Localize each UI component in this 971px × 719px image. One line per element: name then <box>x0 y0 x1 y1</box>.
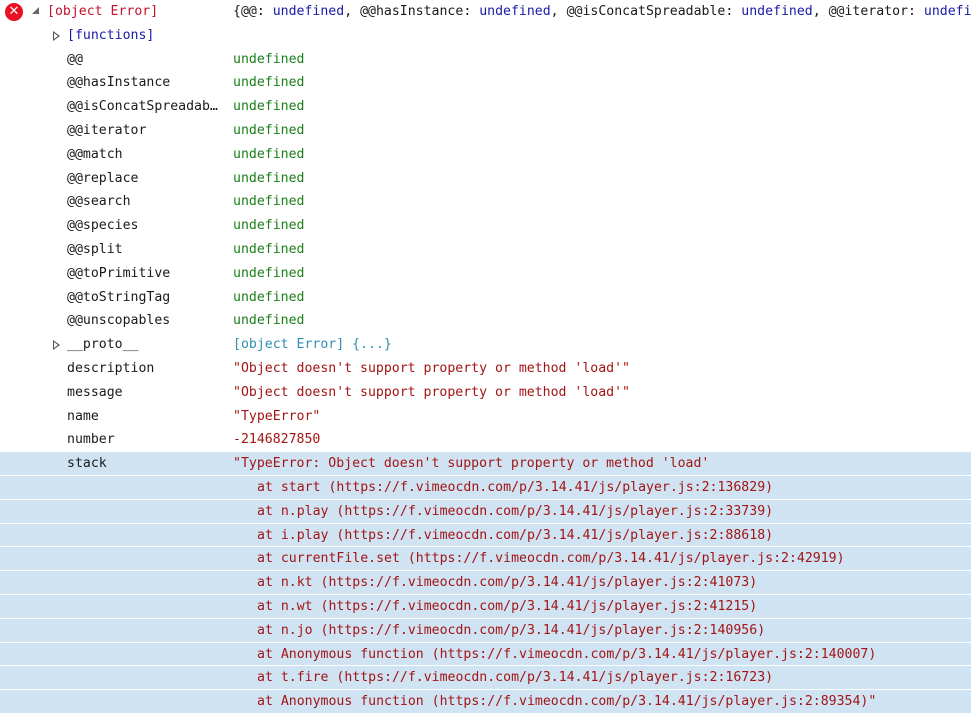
functions-label[interactable]: [functions] <box>67 24 154 48</box>
property-row[interactable]: @@match undefined <box>0 143 971 167</box>
property-value: -2146827850 <box>233 432 321 448</box>
stack-frame-text: at start (https://f.vimeocdn.com/p/3.14.… <box>257 479 774 495</box>
property-row[interactable]: @@replace undefined <box>0 167 971 191</box>
property-key: stack <box>67 456 107 472</box>
stack-frame-text: at n.play (https://f.vimeocdn.com/p/3.14… <box>257 503 774 519</box>
property-key: @@search <box>67 194 131 210</box>
property-value: undefined <box>233 289 305 305</box>
property-row[interactable]: message "Object doesn't support property … <box>0 381 971 405</box>
property-key: @@isConcatSpreadable <box>67 99 220 115</box>
property-key: name <box>67 408 99 424</box>
property-value: undefined <box>233 122 305 138</box>
stack-frame-text: at n.kt (https://f.vimeocdn.com/p/3.14.4… <box>257 575 758 591</box>
stack-frame-text: at n.wt (https://f.vimeocdn.com/p/3.14.4… <box>257 598 758 614</box>
property-value: undefined <box>233 265 305 281</box>
property-key: @@species <box>67 218 139 234</box>
property-key: @@iterator <box>67 122 147 138</box>
property-key: number <box>67 432 115 448</box>
property-key: @@match <box>67 146 123 162</box>
object-title[interactable]: [object Error] <box>47 0 158 24</box>
property-key: @@ <box>67 51 83 67</box>
stack-frame-text: at n.jo (https://f.vimeocdn.com/p/3.14.4… <box>257 622 766 638</box>
error-object-header[interactable]: ✕ [object Error] {@@: undefined, @@hasIn… <box>0 0 971 24</box>
property-key: @@unscopables <box>67 313 171 329</box>
console-output: ✕ [object Error] {@@: undefined, @@hasIn… <box>0 0 971 714</box>
stack-frame[interactable]: at Anonymous function (https://f.vimeocd… <box>0 690 971 714</box>
property-key: @@toPrimitive <box>67 265 171 281</box>
property-value: undefined <box>233 99 305 115</box>
property-row[interactable]: name "TypeError" <box>0 405 971 429</box>
property-row[interactable]: @@unscopables undefined <box>0 309 971 333</box>
property-value: undefined <box>233 75 305 91</box>
stack-frame[interactable]: at n.kt (https://f.vimeocdn.com/p/3.14.4… <box>0 571 971 595</box>
proto-node[interactable]: __proto__ [object Error] {...} <box>0 333 971 357</box>
property-value: undefined <box>233 241 305 257</box>
property-key: __proto__ <box>67 337 139 353</box>
property-value: "TypeError" <box>233 408 321 424</box>
property-key: @@hasInstance <box>67 75 171 91</box>
property-key: @@replace <box>67 170 139 186</box>
property-row[interactable]: @@search undefined <box>0 190 971 214</box>
stack-frame[interactable]: at n.play (https://f.vimeocdn.com/p/3.14… <box>0 499 971 524</box>
stack-frame[interactable]: at n.jo (https://f.vimeocdn.com/p/3.14.4… <box>0 618 971 643</box>
property-row[interactable]: @@ undefined <box>0 48 971 72</box>
stack-frame[interactable]: at start (https://f.vimeocdn.com/p/3.14.… <box>0 475 971 500</box>
property-value: undefined <box>233 194 305 210</box>
stack-frame[interactable]: at i.play (https://f.vimeocdn.com/p/3.14… <box>0 523 971 548</box>
stack-frame-text: at Anonymous function (https://f.vimeocd… <box>257 694 877 710</box>
stack-frame[interactable]: at Anonymous function (https://f.vimeocd… <box>0 642 971 667</box>
property-value: undefined <box>233 170 305 186</box>
stack-frame-text: at Anonymous function (https://f.vimeocd… <box>257 646 877 662</box>
error-icon: ✕ <box>5 3 23 21</box>
proto-value[interactable]: [object Error] {...} <box>233 333 392 357</box>
stack-frame[interactable]: at t.fire (https://f.vimeocdn.com/p/3.14… <box>0 666 971 691</box>
property-key: @@split <box>67 241 123 257</box>
stack-frame[interactable]: at n.wt (https://f.vimeocdn.com/p/3.14.4… <box>0 594 971 619</box>
caret-right-icon[interactable] <box>53 340 60 351</box>
property-row[interactable]: @@hasInstance undefined <box>0 71 971 95</box>
property-value: undefined <box>233 218 305 234</box>
caret-right-icon[interactable] <box>53 30 60 41</box>
functions-node[interactable]: [functions] <box>0 24 971 48</box>
property-row[interactable]: @@toPrimitive undefined <box>0 262 971 286</box>
property-row[interactable]: @@split undefined <box>0 238 971 262</box>
property-row[interactable]: @@isConcatSpreadable undefined <box>0 95 971 119</box>
property-value: "Object doesn't support property or meth… <box>233 384 630 400</box>
stack-frame-text: at i.play (https://f.vimeocdn.com/p/3.14… <box>257 527 774 543</box>
property-row[interactable]: number -2146827850 <box>0 428 971 452</box>
property-value: "Object doesn't support property or meth… <box>233 360 630 376</box>
property-key: @@toStringTag <box>67 289 171 305</box>
stack-first-line: "TypeError: Object doesn't support prope… <box>233 456 710 472</box>
property-key: description <box>67 360 155 376</box>
property-row[interactable]: @@toStringTag undefined <box>0 286 971 310</box>
property-row[interactable]: description "Object doesn't support prope… <box>0 357 971 381</box>
property-value: undefined <box>233 313 305 329</box>
property-row[interactable]: @@species undefined <box>0 214 971 238</box>
object-summary: {@@: undefined, @@hasInstance: undefined… <box>233 4 971 19</box>
stack-row[interactable]: stack "TypeError: Object doesn't support … <box>0 452 971 476</box>
property-value: undefined <box>233 146 305 162</box>
stack-frame-text: at currentFile.set (https://f.vimeocdn.c… <box>257 551 845 567</box>
property-value: undefined <box>233 51 305 67</box>
property-row[interactable]: @@iterator undefined <box>0 119 971 143</box>
stack-frame-text: at t.fire (https://f.vimeocdn.com/p/3.14… <box>257 670 774 686</box>
stack-frame[interactable]: at currentFile.set (https://f.vimeocdn.c… <box>0 547 971 572</box>
property-key: message <box>67 384 123 400</box>
caret-down-icon[interactable] <box>32 7 39 14</box>
